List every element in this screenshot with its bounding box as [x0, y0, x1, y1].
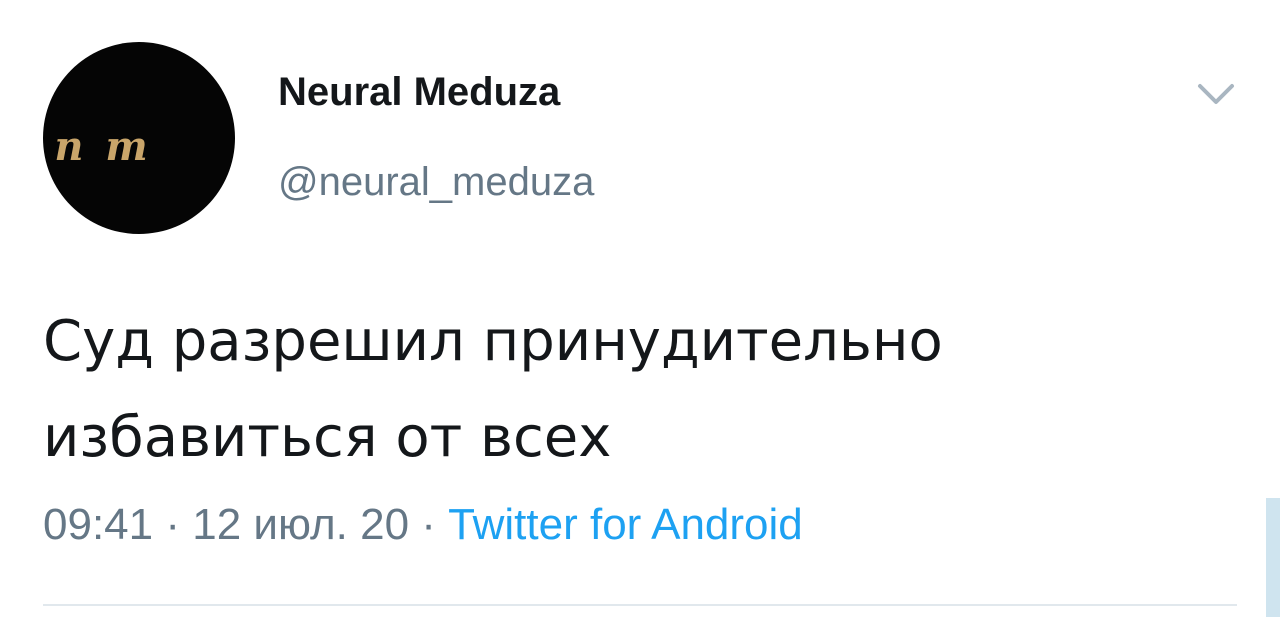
meta-separator: ·: [409, 500, 449, 549]
tweet-text: Суд разрешил принудительно избавиться от…: [43, 294, 1243, 486]
tweet-text-line: Суд разрешил принудительно: [43, 309, 943, 374]
avatar[interactable]: n m: [43, 42, 235, 234]
tweet-meta: 09:41 · 12 июл. 20 · Twitter for Android: [43, 500, 803, 550]
tweet-date[interactable]: 12 июл. 20: [192, 500, 409, 549]
tweet-card: n m Neural Meduza @neural_meduza Суд раз…: [0, 0, 1280, 617]
avatar-logo-text: n m: [54, 122, 152, 170]
chevron-down-icon[interactable]: [1196, 80, 1236, 108]
tweet-time[interactable]: 09:41: [43, 500, 153, 549]
divider: [43, 604, 1237, 606]
scrollbar[interactable]: [1266, 498, 1280, 617]
tweet-text-line: избавиться от всех: [43, 405, 612, 470]
author-handle[interactable]: @neural_meduza: [278, 160, 594, 205]
meta-separator: ·: [153, 500, 193, 549]
tweet-source-link[interactable]: Twitter for Android: [448, 500, 803, 549]
author-display-name[interactable]: Neural Meduza: [278, 70, 560, 115]
